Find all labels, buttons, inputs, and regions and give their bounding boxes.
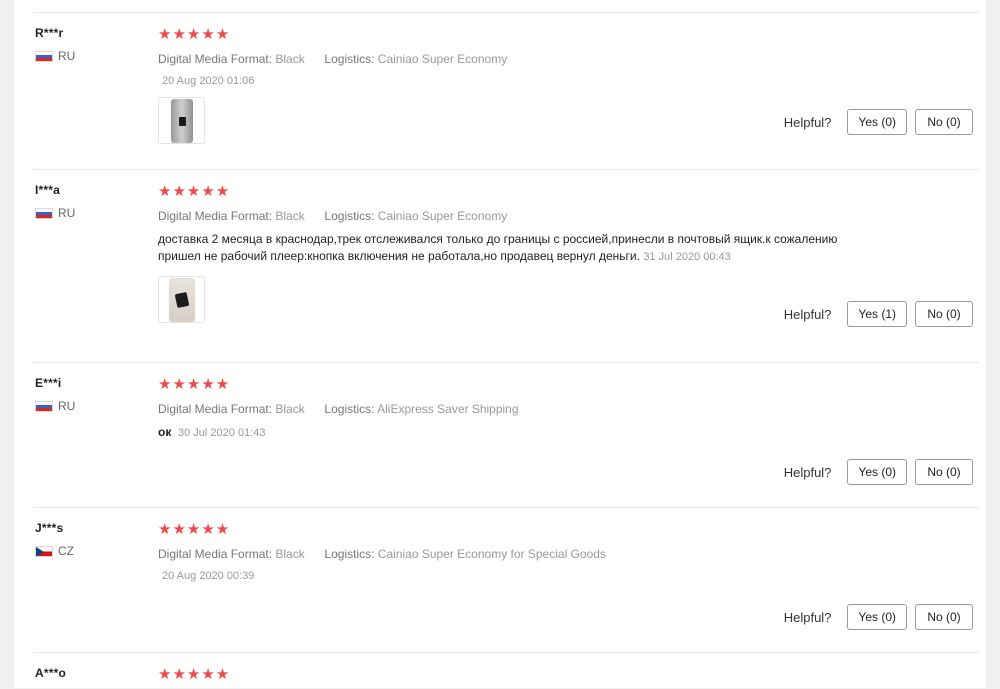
- country-code: RU: [58, 399, 76, 413]
- helpful-yes-button[interactable]: Yes (0): [847, 604, 907, 630]
- helpful-no-button[interactable]: No (0): [915, 301, 973, 327]
- feedback-item: R***r RU ★★★★★ Digital Media Format: Bla…: [33, 12, 979, 170]
- star-rating: ★★★★★: [158, 376, 231, 393]
- helpful-no-button[interactable]: No (0): [915, 459, 973, 485]
- reviewer-name: E***i: [35, 376, 62, 390]
- reviewer-country: RU: [35, 49, 75, 63]
- logistics-label: Logistics:: [324, 52, 375, 66]
- logistics-value: Cainiao Super Economy: [377, 209, 508, 223]
- review-content: ★★★★★ Digital Media Format: Black Logist…: [158, 521, 848, 582]
- reviewer-name: A***o: [35, 666, 67, 680]
- helpful-vote: Helpful? Yes (0) No (0): [784, 109, 973, 135]
- logistics-value: Cainiao Super Economy: [377, 52, 508, 66]
- format-value: Black: [275, 402, 305, 416]
- helpful-label: Helpful?: [783, 114, 832, 130]
- russia-flag-icon: [35, 207, 53, 219]
- order-attributes: Digital Media Format: Black Logistics: C…: [158, 546, 848, 562]
- review-photo-thumbnail[interactable]: [158, 97, 205, 144]
- helpful-yes-button[interactable]: Yes (0): [847, 109, 907, 135]
- logistics-value: AliExpress Saver Shipping: [377, 402, 519, 416]
- reviewer-info: I***a RU: [35, 183, 75, 220]
- review-date: 30 Jul 2020 01:43: [178, 427, 266, 439]
- format-value: Black: [275, 209, 305, 223]
- czech-flag-icon: [35, 545, 53, 557]
- feedback-item: J***s CZ ★★★★★ Digital Media Format: Bla…: [33, 507, 979, 653]
- feedback-item: E***i RU ★★★★★ Digital Media Format: Bla…: [33, 362, 979, 508]
- russia-flag-icon: [35, 50, 53, 62]
- reviewer-country: RU: [35, 206, 75, 220]
- review-text: доставка 2 месяца в краснодар,трек отсле…: [158, 232, 838, 263]
- helpful-label: Helpful?: [783, 306, 832, 322]
- format-value: Black: [275, 52, 305, 66]
- logistics-label: Logistics:: [324, 547, 375, 561]
- order-attributes: Digital Media Format: Black Logistics: C…: [158, 51, 848, 67]
- format-label: Digital Media Format:: [158, 402, 273, 416]
- reviewer-info: J***s CZ: [35, 521, 74, 558]
- feedback-item: A***o ★★★★★: [33, 652, 979, 689]
- order-attributes: Digital Media Format: Black Logistics: A…: [158, 401, 848, 417]
- review-date: 31 Jul 2020 00:43: [643, 251, 731, 263]
- review-content: ★★★★★: [158, 666, 848, 684]
- country-code: RU: [58, 49, 76, 63]
- reviewer-name: J***s: [35, 521, 64, 535]
- review-content: ★★★★★ Digital Media Format: Black Logist…: [158, 26, 848, 144]
- star-rating: ★★★★★: [158, 521, 231, 538]
- russia-flag-icon: [35, 400, 53, 412]
- country-code: CZ: [58, 544, 74, 558]
- helpful-label: Helpful?: [783, 464, 832, 480]
- order-attributes: Digital Media Format: Black Logistics: C…: [158, 208, 848, 224]
- reviewer-info: E***i RU: [35, 376, 75, 413]
- helpful-no-button[interactable]: No (0): [915, 604, 973, 630]
- review-content: ★★★★★ Digital Media Format: Black Logist…: [158, 183, 848, 323]
- review-text-block: ок 30 Jul 2020 01:43: [158, 424, 848, 442]
- player-photo-icon: [168, 277, 195, 322]
- helpful-yes-button[interactable]: Yes (0): [847, 459, 907, 485]
- logistics-label: Logistics:: [324, 402, 375, 416]
- reviewer-country: RU: [35, 399, 75, 413]
- review-photo-thumbnail[interactable]: [158, 276, 205, 323]
- reviewer-info: A***o: [35, 666, 66, 680]
- helpful-yes-button[interactable]: Yes (1): [847, 301, 907, 327]
- star-rating: ★★★★★: [158, 183, 231, 200]
- star-rating: ★★★★★: [158, 666, 231, 683]
- review-date: 20 Aug 2020 00:39: [162, 570, 255, 582]
- helpful-vote: Helpful? Yes (0) No (0): [784, 604, 973, 630]
- country-code: RU: [58, 206, 76, 220]
- helpful-vote: Helpful? Yes (0) No (0): [784, 459, 973, 485]
- reviewer-name: R***r: [35, 26, 64, 40]
- reviewer-name: I***a: [35, 183, 61, 197]
- review-content: ★★★★★ Digital Media Format: Black Logist…: [158, 376, 848, 442]
- review-text: ок: [158, 425, 172, 439]
- format-label: Digital Media Format:: [158, 209, 273, 223]
- feedback-item: I***a RU ★★★★★ Digital Media Format: Bla…: [33, 169, 979, 363]
- format-value: Black: [275, 547, 305, 561]
- reviewer-country: CZ: [35, 544, 74, 558]
- review-text-block: доставка 2 месяца в краснодар,трек отсле…: [158, 231, 848, 266]
- helpful-vote: Helpful? Yes (1) No (0): [784, 301, 973, 327]
- helpful-no-button[interactable]: No (0): [915, 109, 973, 135]
- player-photo-icon: [170, 98, 193, 143]
- review-date: 20 Aug 2020 01:06: [162, 75, 255, 87]
- format-label: Digital Media Format:: [158, 52, 273, 66]
- reviewer-info: R***r RU: [35, 26, 75, 63]
- helpful-label: Helpful?: [783, 609, 832, 625]
- logistics-value: Cainiao Super Economy for Special Goods: [377, 547, 606, 561]
- logistics-label: Logistics:: [324, 209, 375, 223]
- star-rating: ★★★★★: [158, 26, 231, 43]
- feedback-panel: R***r RU ★★★★★ Digital Media Format: Bla…: [14, 0, 986, 688]
- format-label: Digital Media Format:: [158, 547, 273, 561]
